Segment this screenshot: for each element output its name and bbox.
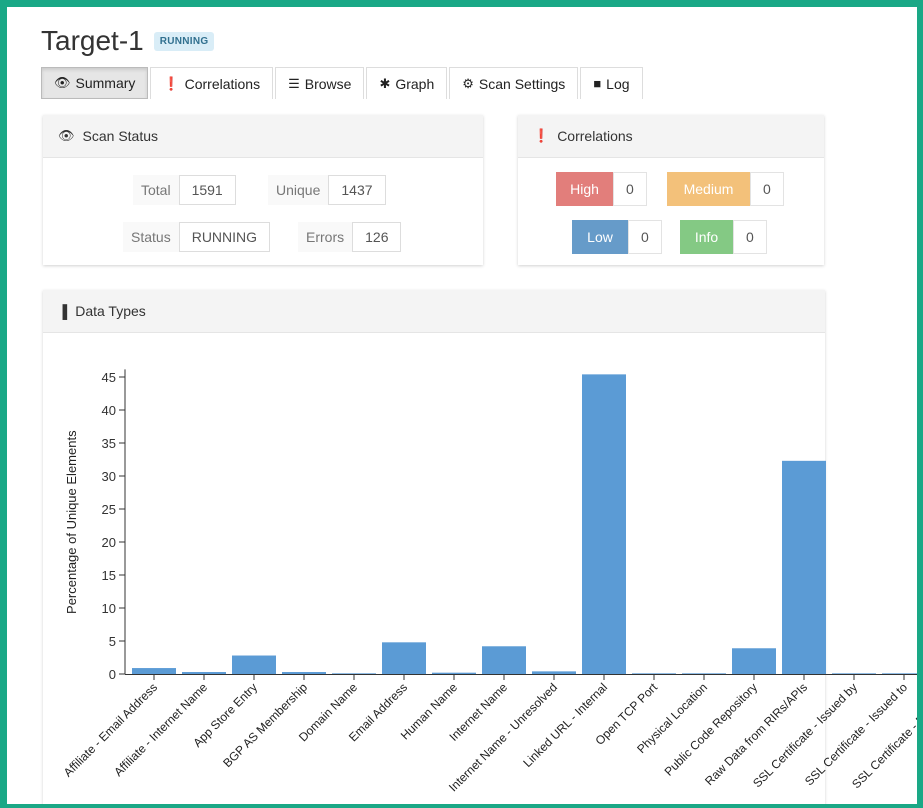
bar <box>132 668 176 674</box>
bar <box>732 648 776 674</box>
bar <box>782 460 826 674</box>
y-tick-label: 5 <box>109 634 116 649</box>
bar <box>482 646 526 674</box>
y-tick-label: 45 <box>102 370 116 385</box>
y-tick-label: 25 <box>102 502 116 517</box>
bar <box>582 374 626 674</box>
x-tick-label: Affiliate - Email Address <box>61 680 160 779</box>
y-tick-label: 40 <box>102 403 116 418</box>
y-tick-label: 30 <box>102 469 116 484</box>
bar <box>882 673 917 674</box>
y-tick-label: 10 <box>102 601 116 616</box>
app-window: Target-1 RUNNING 👁 Summary ❗ Correlation… <box>7 7 917 804</box>
x-tick-label: SSL Certificate - Issued to <box>802 680 910 788</box>
x-tick-label: BGP AS Membership <box>220 680 310 770</box>
y-axis-label: Percentage of Unique Elements <box>64 430 79 614</box>
bar <box>282 672 326 674</box>
x-tick-label: Public Code Repository <box>662 680 761 779</box>
y-tick-label: 20 <box>102 535 116 550</box>
bar <box>182 672 226 674</box>
bar <box>632 673 676 674</box>
y-tick-label: 35 <box>102 436 116 451</box>
data-types-chart: 0 5 10 15 20 25 30 35 40 45 Percentage of Unique E… <box>61 369 917 794</box>
x-tick-label: Linked URL - Internal <box>520 680 610 770</box>
x-tick-label: SSL Certificate - Issued by <box>750 680 860 790</box>
bar <box>232 655 276 674</box>
bar <box>682 673 726 674</box>
bar <box>332 673 376 674</box>
y-tick-label: 0 <box>109 667 116 682</box>
bar <box>382 642 426 674</box>
y-tick-label: 15 <box>102 568 116 583</box>
x-tick-label: Raw Data from RIRs/APIs <box>702 680 810 788</box>
bar <box>432 672 476 674</box>
bar <box>532 671 576 674</box>
x-tick-label: Affiliate - Internet Name <box>111 680 210 779</box>
bar <box>832 673 876 674</box>
